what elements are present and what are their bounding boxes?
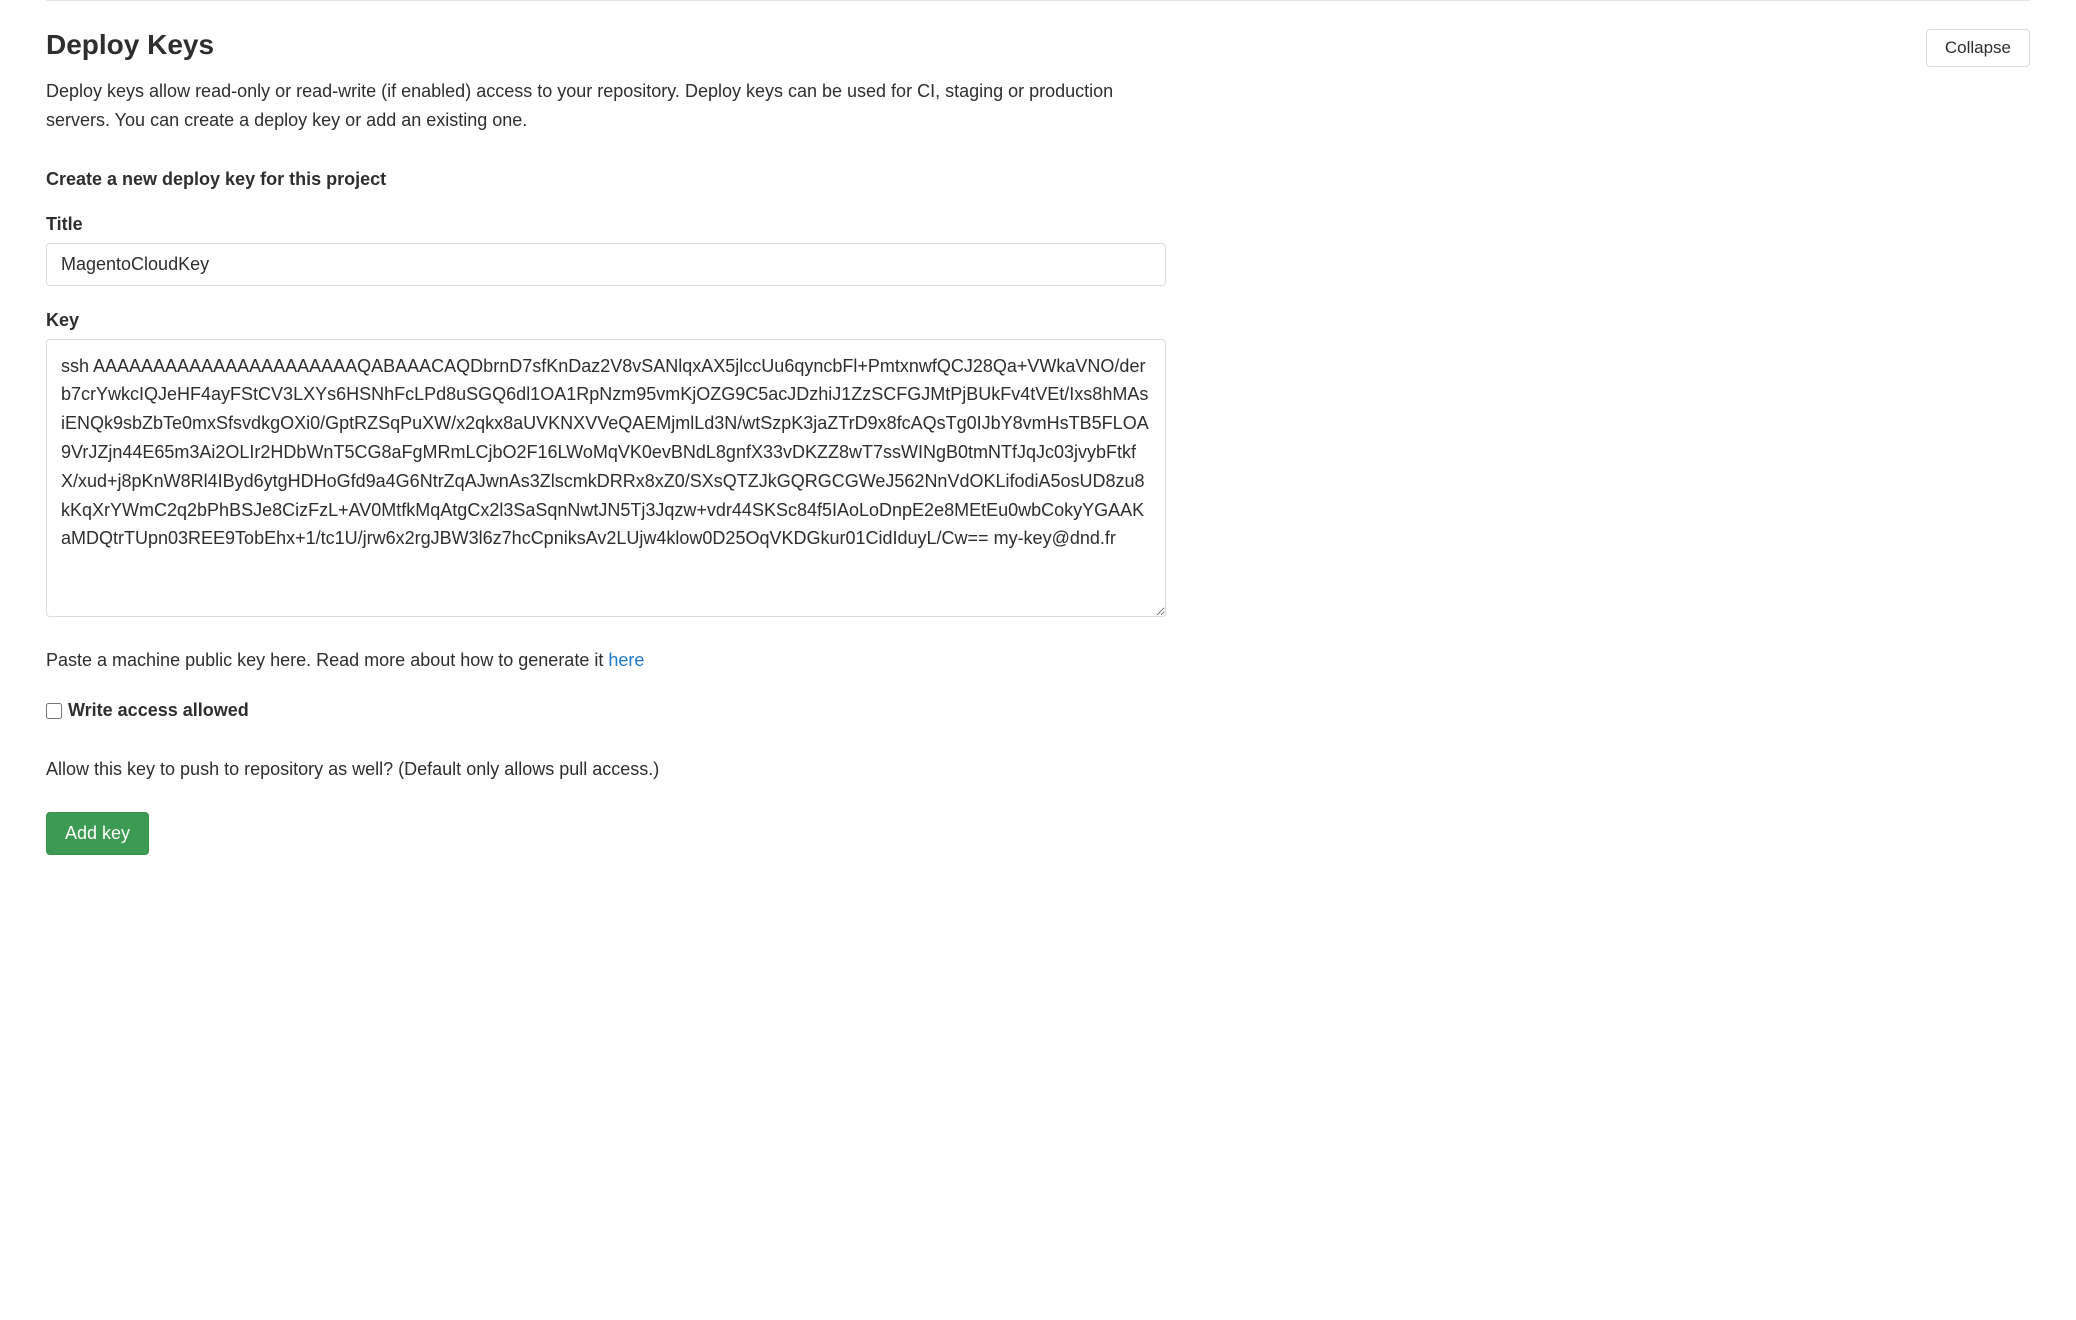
key-helper-link[interactable]: here (608, 650, 644, 670)
section-header: Deploy Keys Collapse (46, 29, 2030, 67)
deploy-key-form: Create a new deploy key for this project… (46, 169, 1166, 856)
write-access-label[interactable]: Write access allowed (68, 700, 249, 721)
title-input[interactable] (46, 243, 1166, 286)
title-label: Title (46, 214, 1166, 235)
write-access-helper: Allow this key to push to repository as … (46, 755, 1166, 784)
collapse-button[interactable]: Collapse (1926, 29, 2030, 67)
add-key-button[interactable]: Add key (46, 812, 149, 855)
section-title: Deploy Keys (46, 29, 214, 61)
key-textarea[interactable]: ssh AAAAAAAAAAAAAAAAAAAAAAQABAAACAQDbrnD… (46, 339, 1166, 617)
section-description: Deploy keys allow read-only or read-writ… (46, 77, 1146, 135)
key-label: Key (46, 310, 1166, 331)
key-helper-text: Paste a machine public key here. Read mo… (46, 646, 1166, 675)
write-access-row: Write access allowed (46, 700, 1166, 721)
section-divider (46, 0, 2030, 1)
key-helper-prefix: Paste a machine public key here. Read mo… (46, 650, 608, 670)
form-subtitle: Create a new deploy key for this project (46, 169, 1166, 190)
write-access-checkbox[interactable] (46, 703, 62, 719)
